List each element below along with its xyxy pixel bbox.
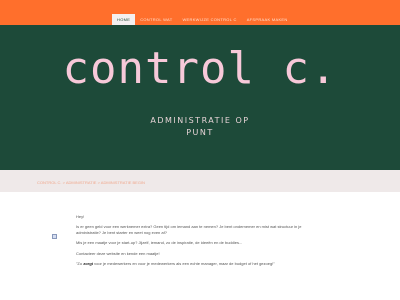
paragraph-1-line-1: Is er geen geld voor een werknemer extra… (76, 224, 302, 230)
paragraph-1-line-2: administratie? Je bent starter en weet n… (76, 230, 167, 236)
paragraph-3: Contacteer deze website en kende een maa… (76, 250, 160, 256)
main-nav: HOME CONTROL WAT WERKWIJZE CONTROL C AFS… (112, 14, 293, 25)
hero-banner: control c. ADMINISTRATIE OP PUNT (0, 25, 400, 170)
paragraph-1: Is er geen geld voor een werknemer extra… (76, 224, 316, 236)
page: HOME CONTROL WAT WERKWIJZE CONTROL C AFS… (0, 0, 400, 300)
paragraph-2: Mis je een maatje voor je start-up? Jijz… (76, 240, 243, 246)
nav-item-afspraak-maken[interactable]: AFSPRAAK MAKEN (242, 14, 293, 25)
content-text: Hey! Is er geen geld voor een werknemer … (76, 214, 316, 271)
quote-rest: voor je medewerkers en voor je medewerke… (92, 260, 275, 266)
content-area: Hey! Is er geen geld voor een werknemer … (0, 192, 400, 300)
tagline-line-2: PUNT (186, 128, 214, 137)
nav-item-home[interactable]: HOME (112, 14, 136, 25)
nav-item-control-wat[interactable]: CONTROL WAT (135, 14, 177, 25)
greeting: Hey! (76, 214, 85, 219)
quote-paragraph: "Zo zorgt voor je medewerkers en voor je… (76, 261, 316, 267)
top-bar: HOME CONTROL WAT WERKWIJZE CONTROL C AFS… (0, 0, 400, 25)
quote-bold: zorgt (83, 260, 93, 266)
broken-image-icon (52, 234, 57, 239)
breadcrumb[interactable]: CONTROL C. > ADMINISTRATIE > ADMINISTRAT… (37, 180, 145, 185)
site-logo[interactable]: control c. (0, 40, 400, 98)
nav-item-werkwijze[interactable]: WERKWIJZE CONTROL C (177, 14, 241, 25)
tagline-line-1: ADMINISTRATIE OP (150, 116, 250, 125)
